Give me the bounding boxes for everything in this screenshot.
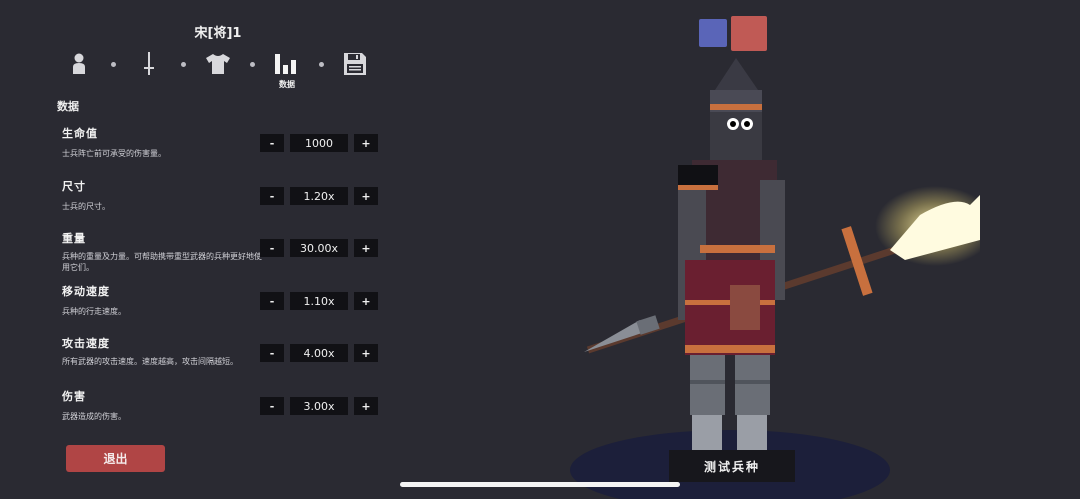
section-title: 数据: [57, 100, 79, 113]
increment-button[interactable]: +: [354, 397, 378, 415]
stats-bar-icon: [275, 54, 296, 74]
increment-button[interactable]: +: [354, 187, 378, 205]
increment-button[interactable]: +: [354, 344, 378, 362]
decrement-button[interactable]: -: [260, 397, 284, 415]
exit-button[interactable]: 退出: [66, 445, 165, 472]
tab-save[interactable]: [340, 50, 370, 78]
health-stepper: - 1000 +: [260, 134, 378, 152]
stat-value[interactable]: 4.00x: [290, 344, 348, 362]
decrement-button[interactable]: -: [260, 239, 284, 257]
sword-icon: [144, 52, 154, 75]
stat-description: 所有武器的攻击速度。速度越高，攻击间隔越短。: [62, 357, 238, 366]
stat-description: 士兵阵亡前可承受的伤害量。: [62, 149, 166, 158]
stat-row-damage: 伤害 武器造成的伤害。 - 3.00x +: [62, 388, 382, 422]
stat-description: 士兵的尺寸。: [62, 202, 110, 211]
size-stepper: - 1.20x +: [260, 187, 378, 205]
unit-preview-3d-scene[interactable]: [560, 0, 980, 499]
stat-value[interactable]: 1.10x: [290, 292, 348, 310]
stat-value[interactable]: 3.00x: [290, 397, 348, 415]
tab-weapons[interactable]: [134, 50, 164, 78]
decrement-button[interactable]: -: [260, 134, 284, 152]
stat-description: 武器造成的伤害。: [62, 412, 126, 421]
stat-value[interactable]: 1.20x: [290, 187, 348, 205]
tab-separator-dot: [111, 62, 116, 67]
weight-stepper: - 30.00x +: [260, 239, 378, 257]
decrement-button[interactable]: -: [260, 344, 284, 362]
stat-row-size: 尺寸 士兵的尺寸。 - 1.20x +: [62, 178, 382, 212]
increment-button[interactable]: +: [354, 292, 378, 310]
damage-stepper: - 3.00x +: [260, 397, 378, 415]
home-indicator[interactable]: [400, 482, 680, 487]
tab-separator-dot: [181, 62, 186, 67]
stat-description: 兵种的重量及力量。可帮助携带重型武器的兵种更好地使用它们。: [62, 252, 262, 272]
test-unit-button[interactable]: 测试兵种: [669, 450, 795, 482]
editor-tabs: [64, 50, 374, 90]
tab-clothing[interactable]: [203, 50, 233, 78]
active-tab-label: 数据: [279, 80, 295, 89]
decrement-button[interactable]: -: [260, 292, 284, 310]
tab-separator-dot: [319, 62, 324, 67]
increment-button[interactable]: +: [354, 239, 378, 257]
save-icon: [344, 53, 366, 75]
attack-speed-stepper: - 4.00x +: [260, 344, 378, 362]
move-speed-stepper: - 1.10x +: [260, 292, 378, 310]
stat-value[interactable]: 30.00x: [290, 239, 348, 257]
tab-stats[interactable]: [271, 50, 301, 78]
blue-team-swatch[interactable]: [699, 19, 727, 47]
shirt-icon: [206, 54, 230, 74]
stat-row-attack-speed: 攻击速度 所有武器的攻击速度。速度越高，攻击间隔越短。 - 4.00x +: [62, 335, 382, 367]
stat-value[interactable]: 1000: [290, 134, 348, 152]
stat-description: 兵种的行走速度。: [62, 307, 126, 316]
unit-name-title: 宋[将]1: [194, 26, 242, 41]
stat-row-health: 生命值 士兵阵亡前可承受的伤害量。 - 1000 +: [62, 125, 382, 159]
soldier-character: [678, 15, 785, 466]
tab-separator-dot: [250, 62, 255, 67]
person-icon: [73, 53, 85, 74]
decrement-button[interactable]: -: [260, 187, 284, 205]
increment-button[interactable]: +: [354, 134, 378, 152]
stat-row-weight: 重量 兵种的重量及力量。可帮助携带重型武器的兵种更好地使用它们。 - 30.00…: [62, 230, 382, 273]
red-team-swatch[interactable]: [731, 16, 767, 51]
tab-appearance[interactable]: [64, 50, 94, 78]
stat-row-move-speed: 移动速度 兵种的行走速度。 - 1.10x +: [62, 283, 382, 317]
